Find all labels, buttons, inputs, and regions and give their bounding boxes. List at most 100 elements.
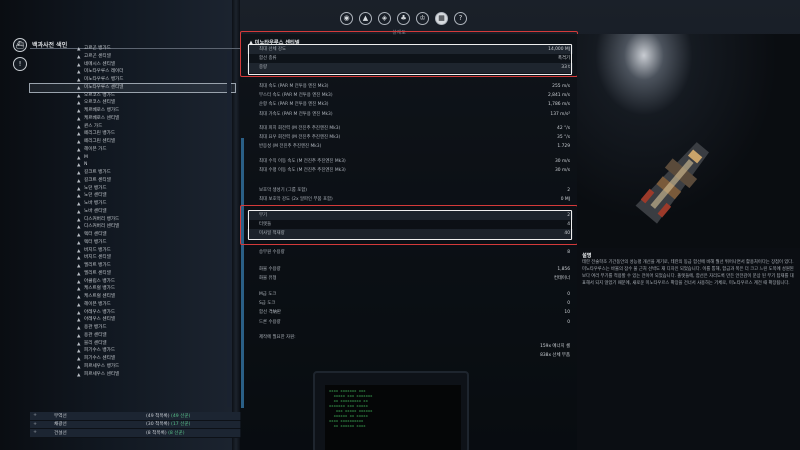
category-name: 건설선 <box>54 430 67 436</box>
stats-rotation: 최대 피치 회전력 (M 전진추 추진엔진 Mk3) 42 °/s 최대 요우 회전… <box>247 124 573 152</box>
ship-list-label: 케스트럴 센티넬 <box>84 294 116 299</box>
ship-list-item[interactable]: ▲ 노바 센티넬 <box>30 208 235 216</box>
ship-list-item[interactable]: ▲ 케르베로스 센티넬 <box>30 115 235 123</box>
ship-list-item[interactable]: ▲ 아클립스 뱅가드 <box>30 278 235 286</box>
ship-list-item[interactable]: ▲ 길크트 뱅가드 <box>30 169 235 177</box>
stat-label: 최대 피치 회전력 (M 전진추 추진엔진 Mk3) <box>259 126 341 131</box>
ship-list-item[interactable]: ▲ 고르곤 뱅가드 <box>30 45 235 53</box>
stat-row: 최대 요우 회전력 (M 전진추 추진엔진 Mk3) 35 °/s <box>247 133 573 142</box>
ship-list-item[interactable]: ▲ 헤이븐 가드 <box>30 146 235 154</box>
ship-list-item[interactable]: ▲ 디스커버리 뱅가드 <box>30 216 235 224</box>
ship-list-item[interactable]: ▲ 엘리트 센티넬 <box>30 270 235 278</box>
ship-list-item[interactable]: ▲ 오르코스 센티넬 <box>30 99 235 107</box>
encyclopedia-icon[interactable]: ▦ <box>435 12 448 25</box>
ship-list-item[interactable]: ▲ 버지드 센티넬 <box>30 254 235 262</box>
materials-header: 제작에 필요한 자원: <box>247 333 573 342</box>
stat-label: 승무원 수용량 <box>259 250 285 255</box>
ship-list-item[interactable]: ▲ 케스트럴 센티넬 <box>30 293 235 301</box>
ship-list-item[interactable]: ▲ 미노타우루스 레이더 <box>30 68 235 76</box>
stat-row: 보호막 생성기 (그룹 포함) 2 <box>247 186 573 195</box>
expand-icon[interactable]: + <box>30 422 40 427</box>
ship-list-label: 길크트 뱅가드 <box>84 170 111 175</box>
ship-list: ▲ 고르곤 뱅가드 ▲ 고르곤 센티넬 ▲ 네메시스 센티넬 ▲ 미노타우루스 레이더 ▲ 미노타… <box>29 45 236 379</box>
ship-list-item[interactable]: ▲ 페리그린 센티넬 <box>30 138 235 146</box>
ship-list-label: 디스커버리 센티넬 <box>84 224 120 230</box>
stat-value: 42 °/s <box>557 126 570 131</box>
ship-list-item[interactable]: ▲ 미노타우루스 뱅가드 <box>30 76 235 84</box>
stat-row: 함선 격納판 10 <box>247 308 573 317</box>
stats-strafe: 최대 수직 이동 속도 (M 전진추 추진엔진 Mk3) 30 m/s 최대 수평 … <box>247 157 573 175</box>
ship-list-item[interactable]: ▲ 페리그린 뱅가드 <box>30 130 235 138</box>
main-scrollbar[interactable] <box>241 138 244 408</box>
ship-list-item[interactable]: ▲ 길크트 센티넬 <box>30 177 235 185</box>
help-icon[interactable]: ? <box>454 12 467 25</box>
ship-list-item[interactable]: ▲ 아레우스 센티넬 <box>30 316 235 324</box>
ship-list-item[interactable]: ▲ 노바 뱅가드 <box>30 200 235 208</box>
category-row[interactable]: + 무역선 (49 척목록) (49 선꾼) <box>30 412 241 421</box>
ship-list-item[interactable]: ▲ 노던 뱅가드 <box>30 185 235 193</box>
ship-list-item[interactable]: ▲ 케르베로스 뱅가드 <box>30 107 235 115</box>
stat-label: 최대 속도 (PAR M 전투용 엔진 Mk3) <box>259 84 329 89</box>
ship-list-item[interactable]: ▲ 네메시스 센티넬 <box>30 61 235 69</box>
ship-list-item[interactable]: ▲ 디스커버리 센티넬 <box>30 223 235 231</box>
category-name: 무역선 <box>54 413 67 419</box>
ship-list-item[interactable]: ▲ 퀸스 가드 <box>30 123 235 131</box>
ship-list-item[interactable]: ▲ 미노타우루스 센티넬 <box>29 82 236 93</box>
category-row[interactable]: + 건설선 (8 척목록) (8 선꾼) <box>30 429 241 438</box>
materials: 제작에 필요한 자원: 159x 에너지 셀 838x 선체 부품 <box>247 333 573 361</box>
ship-silhouette-icon[interactable]: ⛴ <box>13 38 27 52</box>
ship-list-item[interactable]: ▲ 용관 센티넬 <box>30 332 235 340</box>
stat-label: 함선 격納판 <box>259 310 281 316</box>
ship-list-item[interactable]: ▲ N <box>30 161 235 169</box>
tree-icon[interactable]: ♣ <box>397 12 410 25</box>
ship-list-item[interactable]: ▲ 엘리트 뱅가드 <box>30 262 235 270</box>
expand-icon[interactable]: + <box>30 413 40 418</box>
category-count-owned: (17 선꾼) <box>171 422 191 428</box>
ship-list-item[interactable]: ▲ 피기수스 센티넬 <box>30 355 235 363</box>
ship-list-item[interactable]: ▲ 피기수스 뱅가드 <box>30 347 235 355</box>
stat-value: 0 <box>567 319 570 325</box>
ship-list-label: 페리그린 센티넬 <box>84 139 116 144</box>
ship-list-label: 퀸스 가드 <box>84 123 103 129</box>
ship-list-item[interactable]: ▲ 헤이븐 뱅가드 <box>30 301 235 309</box>
ship-list-item[interactable]: ▲ 렉터 뱅가드 <box>30 239 235 247</box>
ship-list-item[interactable]: ▲ 피르세우스 센티넬 <box>30 371 235 379</box>
ship-list-item[interactable]: ▲ 블리 센티넬 <box>30 340 235 348</box>
category-row[interactable]: + 채광선 (30 척목록) (17 선꾼) <box>30 420 241 429</box>
ship-class-icon[interactable]: ◉ <box>340 12 353 25</box>
sidebar-scrollbar[interactable] <box>227 51 231 407</box>
stat-row: 부스터 속도 (PAR M 전투용 엔진 Mk3) 2,841 m/s <box>247 91 573 100</box>
category-count: (8 척목록) (8 선꾼) <box>146 430 185 436</box>
stats-crew: 승무원 수용량 8 <box>247 248 573 257</box>
ship-list-label: 노바 센티넬 <box>84 208 107 214</box>
stat-label: 보호막 생성기 (그룹 포함) <box>259 188 308 193</box>
ship-list-item[interactable]: ▲ 피르세우스 뱅가드 <box>30 363 235 371</box>
ship-list-item[interactable]: ▲ 용관 뱅가드 <box>30 324 235 332</box>
ship-list-item[interactable]: ▲ 노던 센티넬 <box>30 192 235 200</box>
ship-preview[interactable] <box>577 34 800 248</box>
stat-value: 2 <box>567 188 570 193</box>
stat-row: 최대 보호막 강도 (2x 알파인 부품 포함) 0 MJ <box>247 195 573 204</box>
ship-list-label: 오르코스 뱅가드 <box>84 92 116 98</box>
ship-list-label: 케르베로스 센티넬 <box>84 115 120 121</box>
medal-icon[interactable]: ◈ <box>378 12 391 25</box>
ship-list-label: M <box>84 154 88 160</box>
trophy-icon[interactable]: ♔ <box>416 12 429 25</box>
ship-list-item[interactable]: ▲ 오르코스 뱅가드 <box>30 92 235 100</box>
ship-list-item[interactable]: ▲ 케스트럴 뱅가드 <box>30 285 235 293</box>
ship-list-item[interactable]: ▲ 고르곤 센티넬 <box>30 53 235 61</box>
stat-label: 최대 가속도 (PAR M 전투용 엔진 Mk3) <box>259 111 333 117</box>
stat-value: 35 °/s <box>557 135 570 141</box>
info-icon[interactable]: ! <box>13 57 27 71</box>
stats-shield: 보호막 생성기 (그룹 포함) 2 최대 보호막 강도 (2x 알파인 부품 포함)… <box>247 186 573 204</box>
stat-label: M급 도크 <box>259 292 277 297</box>
ship-list-item[interactable]: ▲ 렉터 센티넬 <box>30 231 235 239</box>
ship-list-item[interactable]: ▲ 버지드 뱅가드 <box>30 247 235 255</box>
ship-list-item[interactable]: ▲ 아레우스 뱅가드 <box>30 309 235 317</box>
stat-label: 반응성 (M 전진추 추진엔진 Mk3) <box>259 144 322 150</box>
expand-icon[interactable]: + <box>30 430 40 435</box>
ship-list-label: 렉터 뱅가드 <box>84 239 107 245</box>
ship-list-item[interactable]: ▲ M <box>30 154 235 162</box>
stats-cargo: 화물 수용량 1,856 화물 유형 컨테이너 <box>247 265 573 283</box>
fire-icon[interactable]: ▲ <box>359 12 372 25</box>
